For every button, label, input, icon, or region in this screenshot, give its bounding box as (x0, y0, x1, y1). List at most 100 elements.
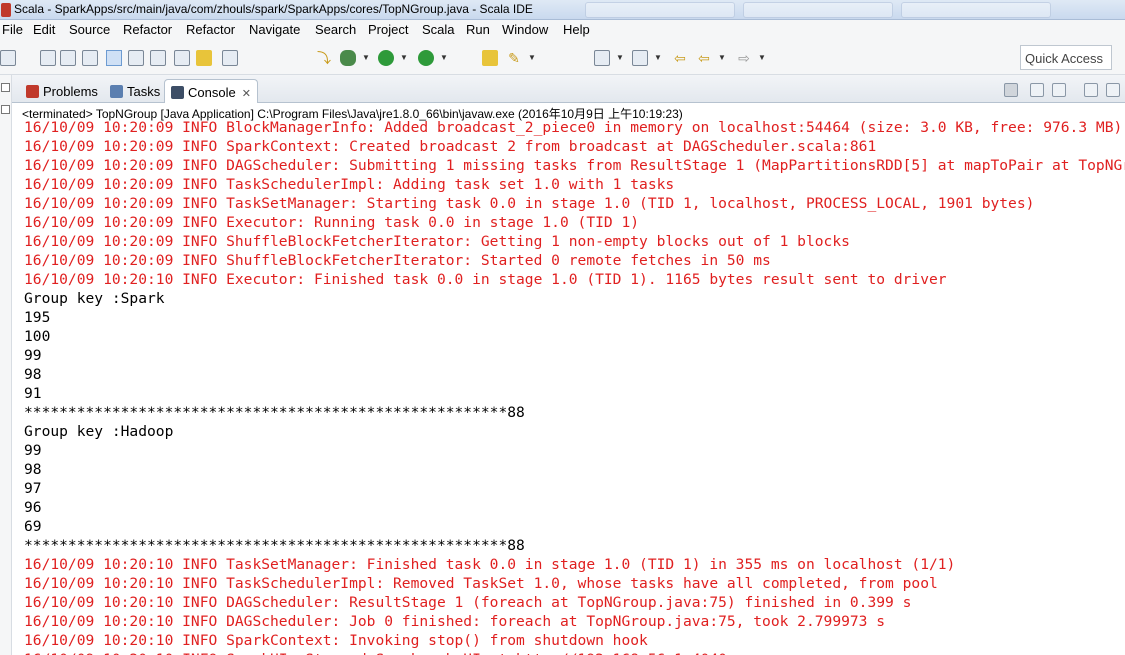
console-line: ****************************************… (24, 537, 525, 554)
wand-icon[interactable]: ✎ (506, 50, 522, 66)
remove-all-terminated-icon[interactable] (1052, 83, 1066, 97)
previous-annotation-icon[interactable] (632, 50, 648, 66)
background-tab[interactable] (743, 2, 893, 18)
console-line: 16/10/09 10:20:10 INFO Executor: Finishe… (24, 271, 947, 288)
close-icon[interactable]: ✕ (242, 88, 251, 100)
console-line: Group key :Hadoop (24, 423, 174, 440)
console-line: ****************************************… (24, 404, 525, 421)
console-line: 99 (24, 347, 42, 364)
menu-file[interactable]: File (2, 22, 23, 37)
chevron-down-icon[interactable]: ▼ (362, 50, 370, 66)
console-line: 91 (24, 385, 42, 402)
menu-bar: File Edit Source Refactor Refactor Navig… (0, 20, 1125, 41)
console-line: 16/10/09 10:20:09 INFO BlockManagerInfo:… (24, 120, 1123, 136)
print-icon[interactable] (82, 50, 98, 66)
last-edit-location-icon[interactable]: ⇦ (672, 50, 688, 66)
tab-label: Problems (43, 84, 98, 99)
console-line: 98 (24, 461, 42, 478)
save-icon[interactable] (40, 50, 56, 66)
menu-search[interactable]: Search (315, 22, 356, 37)
chevron-down-icon[interactable]: ▼ (440, 50, 448, 66)
console-line: 195 (24, 309, 51, 326)
new-icon[interactable] (0, 50, 16, 66)
clear-console-icon[interactable] (1084, 83, 1098, 97)
console-line: 16/10/09 10:20:09 INFO ShuffleBlockFetch… (24, 252, 771, 269)
console-line: 16/10/09 10:20:09 INFO ShuffleBlockFetch… (24, 233, 850, 250)
console-line: 96 (24, 499, 42, 516)
console-line: Group key :Spark (24, 290, 165, 307)
menu-source[interactable]: Source (69, 22, 110, 37)
toggle-mark-occurrences-icon[interactable] (106, 50, 122, 66)
external-tools-icon[interactable] (418, 50, 434, 66)
pin-icon[interactable]: ⤵ (316, 50, 332, 66)
menu-scala[interactable]: Scala (422, 22, 455, 37)
chevron-down-icon[interactable]: ▼ (400, 50, 408, 66)
open-task-icon[interactable] (174, 50, 190, 66)
left-trim-bar (0, 75, 12, 655)
window-title: Scala - SparkApps/src/main/java/com/zhou… (14, 2, 533, 16)
menu-navigate[interactable]: Navigate (249, 22, 300, 37)
remove-launch-icon[interactable] (1030, 83, 1044, 97)
scala-ide-icon (1, 3, 11, 17)
chevron-down-icon[interactable]: ▼ (718, 50, 726, 66)
terminate-icon[interactable] (1004, 83, 1018, 97)
next-annotation-icon[interactable] (594, 50, 610, 66)
debug-icon[interactable] (340, 50, 356, 66)
chevron-down-icon[interactable]: ▼ (758, 50, 766, 66)
menu-refactor[interactable]: Refactor (123, 22, 172, 37)
console-line: 98 (24, 366, 42, 383)
console-line: 99 (24, 442, 42, 459)
console-icon (171, 86, 184, 99)
run-icon[interactable] (378, 50, 394, 66)
console-line: 16/10/09 10:20:10 INFO DAGScheduler: Res… (24, 594, 912, 611)
console-line: 16/10/09 10:20:09 INFO DAGScheduler: Sub… (24, 157, 1125, 174)
chevron-down-icon[interactable]: ▼ (528, 50, 536, 66)
chevron-down-icon[interactable]: ▼ (616, 50, 624, 66)
title-bar: Scala - SparkApps/src/main/java/com/zhou… (0, 0, 1125, 20)
open-folder-icon[interactable] (482, 50, 498, 66)
background-window-tabs (585, 2, 1055, 18)
console-line: 16/10/09 10:20:10 INFO TaskSetManager: F… (24, 556, 956, 573)
tab-tasks[interactable]: Tasks (104, 79, 166, 103)
forward-icon[interactable]: ⇨ (736, 50, 752, 66)
show-whitespace-icon[interactable] (128, 50, 144, 66)
console-line: 100 (24, 328, 51, 345)
tab-problems[interactable]: Problems (20, 79, 104, 103)
menu-edit[interactable]: Edit (33, 22, 55, 37)
console-line: 16/10/09 10:20:09 INFO Executor: Running… (24, 214, 640, 231)
console-line: 16/10/09 10:20:10 INFO DAGScheduler: Job… (24, 613, 886, 630)
tab-console[interactable]: Console ✕ (164, 79, 258, 103)
open-type-icon[interactable] (150, 50, 166, 66)
background-tab[interactable] (585, 2, 735, 18)
new-scala-project-icon[interactable] (196, 50, 212, 66)
tab-label: Console (188, 85, 236, 100)
problems-icon (26, 85, 39, 98)
package-explorer-icon[interactable] (1, 105, 10, 114)
menu-refactor-2[interactable]: Refactor (186, 22, 235, 37)
console-line: 97 (24, 480, 42, 497)
menu-project[interactable]: Project (368, 22, 408, 37)
console-output[interactable]: 16/10/09 10:20:09 INFO BlockManagerInfo:… (22, 120, 1125, 655)
menu-help[interactable]: Help (563, 22, 590, 37)
scroll-lock-icon[interactable] (1106, 83, 1120, 97)
restore-icon[interactable] (1, 83, 10, 92)
tasks-icon (110, 85, 123, 98)
console-line: 16/10/09 10:20:09 INFO TaskSetManager: S… (24, 195, 1035, 212)
tab-label: Tasks (127, 84, 161, 99)
console-line: 16/10/09 10:20:10 INFO TaskSchedulerImpl… (24, 575, 938, 592)
chevron-down-icon[interactable]: ▼ (654, 50, 662, 66)
quick-access-field[interactable]: Quick Access (1020, 45, 1112, 70)
console-line: 69 (24, 518, 42, 535)
save-all-icon[interactable] (60, 50, 76, 66)
console-line: 16/10/09 10:20:10 INFO SparkUI: Stopped … (24, 650, 727, 655)
console-line: 16/10/09 10:20:09 INFO SparkContext: Cre… (24, 138, 877, 155)
view-tab-bar: Problems Tasks Console ✕ (12, 75, 1125, 103)
menu-window[interactable]: Window (502, 22, 548, 37)
new-scala-class-icon[interactable] (222, 50, 238, 66)
background-tab[interactable] (901, 2, 1051, 18)
console-line: 16/10/09 10:20:10 INFO SparkContext: Inv… (24, 632, 648, 649)
menu-run[interactable]: Run (466, 22, 490, 37)
console-line: 16/10/09 10:20:09 INFO TaskSchedulerImpl… (24, 176, 675, 193)
main-toolbar: ⤵ ▼ ▼ ▼ ✎ ▼ ▼ ▼ ⇦ ⇦ ▼ ⇨ ▼ (0, 41, 1125, 75)
back-icon[interactable]: ⇦ (696, 50, 712, 66)
